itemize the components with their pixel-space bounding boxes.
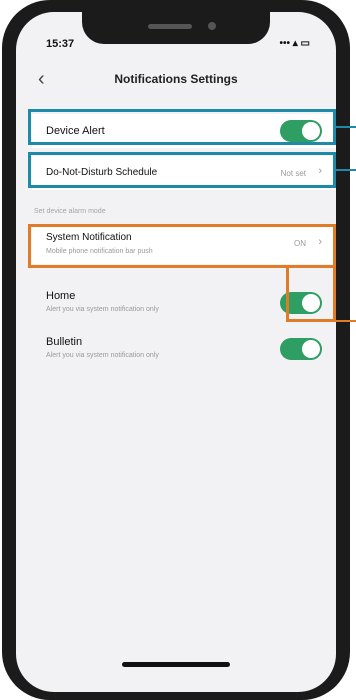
dnd-highlight — [28, 152, 336, 188]
home-label: Home — [46, 290, 76, 302]
home-toggle-highlight — [286, 268, 336, 322]
system-notification-highlight — [28, 224, 336, 268]
camera-dot — [208, 22, 216, 30]
bulletin-toggle[interactable] — [280, 338, 322, 360]
page-title: Notifications Settings — [114, 72, 238, 86]
system-notification-callout-line — [336, 320, 356, 322]
device-alert-callout-line — [336, 126, 356, 128]
notch — [82, 12, 270, 44]
phone-frame: 15:37 ••• ▴ ▭ ‹ Notifications Settings D… — [2, 0, 350, 700]
home-indicator — [122, 662, 230, 667]
section-label: Set device alarm mode — [34, 208, 106, 215]
speaker — [148, 24, 192, 29]
toggle-knob — [302, 340, 320, 358]
bulletin-sub: Alert you via system notification only — [46, 352, 159, 359]
bulletin-label: Bulletin — [46, 336, 83, 348]
device-alert-highlight — [28, 109, 336, 145]
dnd-callout-line — [336, 169, 356, 171]
status-icons: ••• ▴ ▭ — [279, 38, 310, 49]
home-sub: Alert you via system notification only — [46, 306, 159, 313]
status-time: 15:37 — [46, 38, 75, 50]
bulletin-row: Bulletin Alert you via system notificati… — [32, 330, 336, 370]
